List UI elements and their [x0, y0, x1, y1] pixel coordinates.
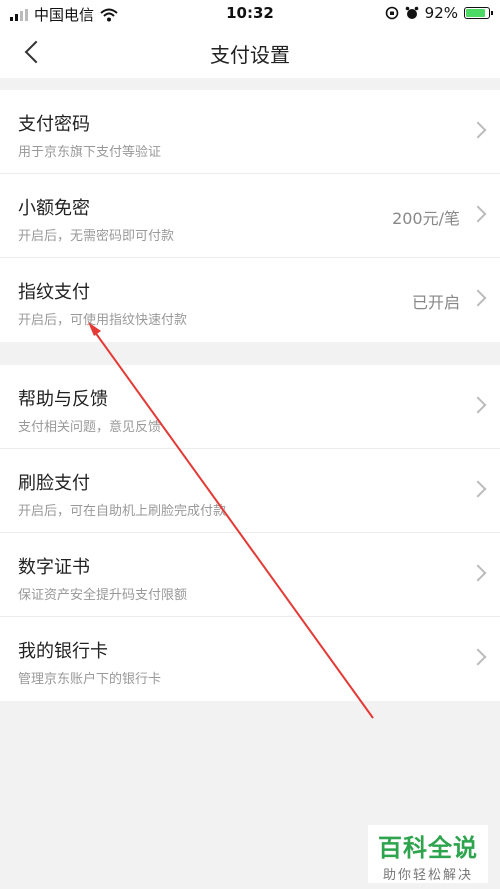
settings-item-subtitle: 用于京东旗下支付等验证: [18, 145, 162, 160]
settings-item-subtitle: 保证资产安全提升码支付限额: [18, 588, 188, 603]
settings-item[interactable]: 数字证书保证资产安全提升码支付限额: [0, 533, 500, 617]
chevron-right-icon: [469, 480, 487, 498]
settings-item-value: 已开启: [411, 293, 460, 312]
settings-group-more: 帮助与反馈支付相关问题，意见反馈刷脸支付开启后，可在自助机上刷脸完成付款数字证书…: [0, 365, 500, 701]
chevron-right-icon: [469, 648, 487, 666]
settings-item-subtitle: 管理京东账户下的银行卡: [18, 672, 162, 687]
settings-item-value: 200元/笔: [392, 209, 460, 228]
settings-item-title: 支付密码: [18, 114, 90, 135]
battery-percent: 92%: [424, 4, 458, 22]
settings-group-payment: 支付密码用于京东旗下支付等验证小额免密开启后，无需密码即可付款 200元/笔指纹支…: [0, 90, 500, 342]
settings-item-subtitle: 开启后，无需密码即可付款: [18, 229, 175, 244]
settings-item[interactable]: 小额免密开启后，无需密码即可付款 200元/笔: [0, 174, 500, 258]
settings-item-subtitle: 开启后，可在自助机上刷脸完成付款: [18, 504, 227, 519]
watermark-main: 百科全说: [378, 834, 478, 862]
settings-item[interactable]: 指纹支付开启后，可使用指纹快速付款 已开启: [0, 258, 500, 342]
settings-item-subtitle: 开启后，可使用指纹快速付款: [18, 313, 188, 328]
settings-item-title: 我的银行卡: [18, 641, 108, 662]
settings-item-title: 小额免密: [18, 198, 90, 219]
chevron-right-icon: [469, 289, 487, 307]
status-bar: 中国电信 10:32 92%: [0, 0, 500, 26]
navigation-bar: 支付设置: [0, 26, 500, 78]
watermark: 百科全说 助你轻松解决: [368, 825, 488, 883]
battery-icon: [464, 7, 493, 19]
settings-item-title: 指纹支付: [18, 282, 90, 303]
chevron-right-icon: [469, 121, 487, 139]
settings-item[interactable]: 我的银行卡管理京东账户下的银行卡: [0, 617, 500, 701]
settings-item[interactable]: 支付密码用于京东旗下支付等验证: [0, 90, 500, 174]
page-title: 支付设置: [210, 43, 290, 67]
alarm-icon: [405, 6, 418, 19]
settings-item-title: 刷脸支付: [18, 473, 90, 494]
settings-item-title: 数字证书: [18, 557, 90, 578]
settings-item[interactable]: 帮助与反馈支付相关问题，意见反馈: [0, 365, 500, 449]
settings-item-title: 帮助与反馈: [18, 389, 108, 410]
status-right: 92%: [385, 4, 493, 22]
settings-item[interactable]: 刷脸支付开启后，可在自助机上刷脸完成付款: [0, 449, 500, 533]
chevron-right-icon: [469, 205, 487, 223]
settings-item-subtitle: 支付相关问题，意见反馈: [18, 420, 162, 435]
chevron-right-icon: [469, 396, 487, 414]
watermark-sub: 助你轻松解决: [382, 868, 473, 883]
chevron-right-icon: [469, 564, 487, 582]
orientation-lock-icon: [385, 6, 398, 20]
